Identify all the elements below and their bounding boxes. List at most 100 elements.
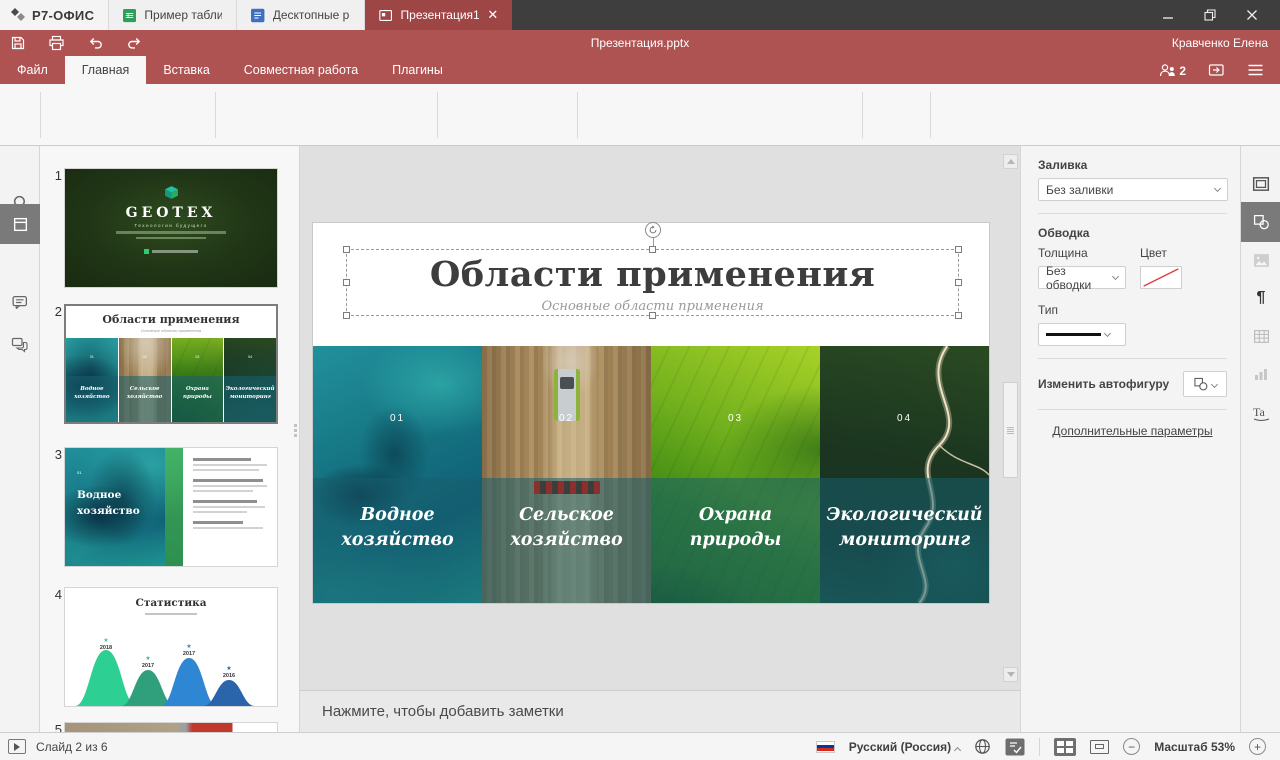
slide-sorter-button[interactable] (1054, 738, 1076, 756)
app-window: Р7-ОФИС Пример табли... Десктопные р... … (0, 0, 1280, 760)
print-button[interactable] (48, 35, 65, 51)
zoom-in-button[interactable]: + (1249, 738, 1266, 755)
chevron-down-icon (1112, 273, 1119, 280)
slide-number: 1 (48, 168, 62, 183)
image-settings-icon (1253, 253, 1270, 268)
presentation-icon (379, 9, 392, 22)
view-settings-button[interactable] (1247, 63, 1264, 77)
column-agriculture[interactable]: 02 Сельскоехозяйство (482, 346, 651, 603)
doc-tab-spreadsheet[interactable]: Пример табли... (108, 0, 236, 30)
fill-section-label: Заливка (1038, 158, 1227, 172)
right-sidebar: ¶ Ta (1240, 146, 1280, 732)
chart-settings-icon (1253, 367, 1269, 381)
minimize-icon[interactable] (1162, 9, 1174, 21)
scroll-up-button[interactable] (1003, 154, 1018, 169)
restore-icon[interactable] (1204, 9, 1216, 21)
paragraph-settings-button[interactable]: ¶ (1241, 278, 1280, 318)
image-settings-button (1241, 240, 1280, 280)
slide-thumbnail-3[interactable]: 01 Водноехозяйство (64, 447, 278, 567)
resize-handle-ne[interactable] (955, 246, 962, 253)
canvas-scrollbar[interactable] (1003, 154, 1018, 682)
user-name: Кравченко Елена (1110, 36, 1280, 50)
notes-area[interactable]: Нажмите, чтобы добавить заметки (300, 690, 1020, 732)
collaborators-button[interactable]: 2 (1159, 63, 1186, 78)
slide-title-text[interactable]: Области применения (430, 254, 875, 295)
tab-insert[interactable]: Вставка (146, 56, 226, 84)
advanced-settings-link[interactable]: Дополнительные параметры (1038, 424, 1227, 438)
rotation-handle[interactable] (645, 222, 661, 238)
slide-thumbnail-1[interactable]: GEOTEX Технологии будущего (64, 168, 278, 288)
change-autoshape-label: Изменить автофигуру (1038, 377, 1169, 391)
doc-tab-label: Пример табли... (144, 8, 222, 22)
chat-button[interactable] (0, 324, 40, 364)
table-settings-icon (1253, 329, 1270, 344)
slide-thumbnail-5[interactable] (64, 722, 278, 732)
column-label: Охранаприроды (651, 503, 820, 554)
stroke-width-select[interactable]: Без обводки (1038, 266, 1126, 289)
resize-handle-w[interactable] (343, 279, 350, 286)
document-icon (251, 8, 264, 23)
save-button[interactable] (10, 35, 26, 51)
svg-text:Ta: Ta (1253, 405, 1265, 419)
resize-handle-se[interactable] (955, 312, 962, 319)
slides-icon (12, 216, 29, 233)
resize-handle-n[interactable] (649, 246, 656, 253)
slide-thumbnail-2-selected[interactable]: Области применения Основные области прим… (64, 304, 278, 424)
river-lines (820, 346, 989, 603)
comments-button[interactable] (0, 282, 40, 322)
main-toolbar: + Добавить слайд Bookman Old Style 48 B … (0, 84, 1280, 146)
stroke-section-label: Обводка (1038, 226, 1227, 240)
slide-canvas[interactable]: Области применения Основные области прим… (300, 146, 1020, 690)
tab-file[interactable]: Файл (0, 56, 65, 84)
chart-settings-button (1241, 354, 1280, 394)
stroke-type-select[interactable] (1038, 323, 1126, 346)
set-language-button[interactable] (974, 738, 991, 755)
textart-settings-button[interactable]: Ta (1241, 392, 1280, 432)
title-textbox-selected[interactable]: Области применения Основные области прим… (346, 249, 959, 316)
current-slide[interactable]: Области применения Основные области прим… (312, 222, 990, 604)
resize-handle-e[interactable] (955, 279, 962, 286)
close-window-icon[interactable] (1246, 9, 1258, 21)
resize-handle-nw[interactable] (343, 246, 350, 253)
doc-tab-document[interactable]: Десктопные р... (236, 0, 364, 30)
slides-panel-button[interactable] (0, 204, 40, 244)
slide-number: 3 (48, 447, 62, 462)
tab-collaboration[interactable]: Совместная работа (227, 56, 375, 84)
slide-thumbnail-4[interactable]: Статистика ★ 2018 ★ 2017 ★ 2017 ★ 2016 (64, 587, 278, 707)
tab-home[interactable]: Главная (65, 56, 147, 84)
fit-slide-button[interactable] (1090, 740, 1109, 754)
open-file-location-button[interactable] (1208, 62, 1225, 78)
column-monitoring[interactable]: 04 Экологическиймониторинг (820, 346, 989, 603)
start-slideshow-icon[interactable] (8, 739, 26, 754)
language-selector[interactable]: Русский (Россия) (849, 740, 960, 754)
notes-placeholder: Нажмите, чтобы добавить заметки (322, 703, 564, 720)
resize-handle-sw[interactable] (343, 312, 350, 319)
column-nature[interactable]: 03 Охранаприроды (651, 346, 820, 603)
column-water[interactable]: 01 Водноехозяйство (313, 346, 482, 603)
change-autoshape-button[interactable] (1183, 371, 1227, 397)
panel-resize-grip[interactable] (294, 424, 298, 439)
status-bar: Слайд 2 из 6 Русский (Россия) − Масштаб … (0, 732, 1280, 760)
chat-icon (11, 336, 29, 353)
r7-logo: Р7-ОФИС (0, 0, 108, 30)
scrollbar-thumb[interactable] (1003, 382, 1018, 478)
shape-settings-button[interactable] (1241, 202, 1280, 242)
doc-tab-presentation-active[interactable]: Презентация1... ✕ (364, 0, 512, 30)
close-tab-icon[interactable]: ✕ (487, 7, 498, 23)
redo-button[interactable] (126, 35, 143, 51)
svg-text:2018: 2018 (100, 645, 112, 651)
zoom-out-button[interactable]: − (1123, 738, 1140, 755)
tab-plugins[interactable]: Плагины (375, 56, 460, 84)
scroll-down-button[interactable] (1003, 667, 1018, 682)
slide-counter: Слайд 2 из 6 (36, 740, 108, 754)
resize-handle-s[interactable] (649, 312, 656, 319)
spellcheck-button[interactable] (1005, 738, 1025, 756)
zoom-level: Масштаб 53% (1154, 740, 1235, 754)
slide-settings-button[interactable] (1241, 164, 1280, 204)
titlebar-spacer (512, 0, 1162, 30)
stroke-color-swatch[interactable] (1140, 266, 1182, 289)
undo-button[interactable] (87, 35, 104, 51)
paragraph-icon: ¶ (1257, 289, 1266, 307)
column-label: Водноехозяйство (313, 503, 482, 554)
fill-select[interactable]: Без заливки (1038, 178, 1228, 201)
